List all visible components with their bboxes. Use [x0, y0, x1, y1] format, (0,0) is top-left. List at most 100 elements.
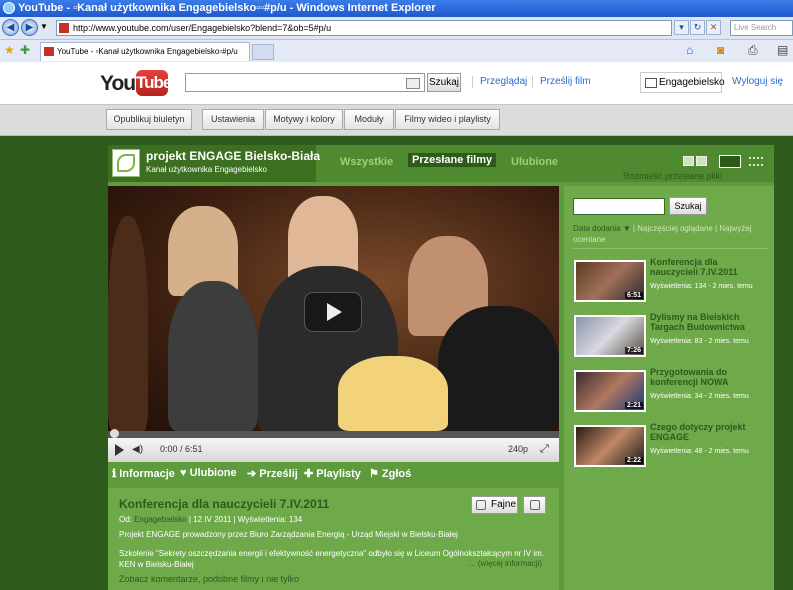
videos-playlists-button[interactable]: Filmy wideo i playlisty: [395, 109, 500, 130]
favorites-star-icon[interactable]: ★: [4, 43, 15, 57]
video-link[interactable]: Przygotowania do konferencji NOWA: [650, 367, 765, 387]
refresh-icon[interactable]: ↻: [690, 20, 705, 35]
play-overlay-button[interactable]: [304, 292, 362, 332]
youtube-search-button[interactable]: Szukaj: [427, 73, 461, 92]
window-title: YouTube - ▫Kanał użytkownika Engagebiels…: [18, 2, 436, 14]
channel-search-input[interactable]: [573, 198, 665, 215]
video-stats: Wyświetlenia: 48 - 2 mies. temu: [650, 448, 749, 455]
themes-colors-button[interactable]: Motywy i kolory: [265, 109, 343, 130]
video-thumbnail[interactable]: 6:51: [574, 260, 646, 302]
video-thumbnail[interactable]: 2:22: [574, 425, 646, 467]
rss-feed-icon[interactable]: ◙: [717, 43, 724, 57]
youtube-logo[interactable]: You Tube: [98, 68, 172, 98]
home-icon[interactable]: ⌂: [686, 43, 693, 57]
list-item[interactable]: 2:21 Przygotowania do konferencji NOWA W…: [574, 367, 769, 414]
uploads-sidebar: Szukaj Data dodania ▼ | Najczęściej oglą…: [564, 186, 774, 590]
video-link[interactable]: Czego dotyczy projekt ENGAGE: [650, 422, 765, 442]
progress-knob[interactable]: [110, 429, 119, 438]
separator: [472, 76, 473, 88]
new-tab-button[interactable]: [252, 44, 274, 60]
sort-most-viewed[interactable]: Najczęściej oglądane: [637, 224, 713, 233]
browse-link[interactable]: Przeglądaj: [480, 76, 527, 87]
tab-all[interactable]: Wszystkie: [340, 156, 393, 168]
settings-button[interactable]: Ustawienia: [202, 109, 264, 130]
thumbs-up-icon: [476, 500, 486, 510]
publish-bulletin-button[interactable]: Opublikuj biuletyn: [106, 109, 192, 130]
print-icon[interactable]: ⎙: [748, 43, 758, 58]
tab-favorites[interactable]: Ulubione: [511, 156, 558, 168]
duration-badge: 7:26: [624, 347, 643, 354]
video-person: [168, 281, 258, 431]
add-favorites-icon[interactable]: ✚: [20, 43, 30, 57]
browser-tab[interactable]: YouTube - ▫Kanał użytkownika Engagebiels…: [40, 42, 250, 61]
tab-share[interactable]: ➔ Prześlij: [247, 467, 298, 480]
url-field[interactable]: http://www.youtube.com/user/Engagebielsk…: [56, 20, 672, 36]
channel-avatar[interactable]: [112, 149, 140, 177]
video-link[interactable]: Konferencja dla nauczycieli 7.IV.2011: [650, 257, 765, 277]
player-view-icon[interactable]: [719, 155, 741, 168]
tab-uploads[interactable]: Przesłane filmy: [408, 153, 497, 167]
video-thumbnail[interactable]: 7:26: [574, 315, 646, 357]
youtube-search-input[interactable]: [185, 73, 425, 92]
video-stats: Wyświetlenia: 83 - 2 mies. temu: [650, 338, 749, 345]
username: Engagebielsko: [659, 77, 725, 88]
video-frame[interactable]: [108, 186, 559, 436]
list-item[interactable]: 6:51 Konferencja dla nauczycieli 7.IV.20…: [574, 257, 769, 304]
share-icon: ➔: [247, 468, 260, 480]
video-link[interactable]: Dylismy na Bielskich Targach Budownictwa: [650, 312, 765, 332]
volume-icon[interactable]: ◀): [132, 444, 144, 456]
sort-dropdown-icon[interactable]: ▼: [621, 224, 631, 233]
like-label: Fajne: [491, 499, 517, 510]
like-button[interactable]: Fajne: [471, 496, 518, 514]
keyboard-icon[interactable]: [406, 78, 420, 89]
address-dropdown-icon[interactable]: ▾: [674, 20, 689, 35]
meta-details: | 12 IV 2011 | Wyświetlenia: 134: [188, 515, 303, 524]
channel-search-button[interactable]: Szukaj: [669, 197, 707, 215]
player-tabs: ℹ Informacje ♥ Ulubione ➔ Prześlij ✚ Pla…: [108, 462, 559, 484]
user-menu[interactable]: Engagebielsko: [640, 72, 725, 93]
page-menu-icon[interactable]: ▤: [777, 43, 788, 57]
quality-selector[interactable]: 240p: [508, 444, 528, 454]
comments-link[interactable]: Zobacz komentarze, podobne filmy i nie t…: [119, 574, 299, 584]
channel-title[interactable]: projekt ENGAGE Bielsko-Biała: [146, 149, 320, 163]
video-stats: Wyświetlenia: 134 - 2 mies. temu: [650, 283, 753, 290]
live-search-input[interactable]: Live Search: [730, 20, 793, 36]
logout-link[interactable]: Wyloguj się: [732, 76, 783, 87]
video-player[interactable]: ◀) 0:00 / 6:51 240p ⤢: [108, 186, 559, 462]
inbox-icon: [645, 78, 657, 88]
history-dropdown-icon[interactable]: ▼: [40, 22, 48, 31]
tab-favorites-player[interactable]: ♥ Ulubione: [180, 467, 237, 479]
video-title: Konferencja dla nauczycieli 7.IV.2011: [119, 497, 330, 511]
video-thumbnail[interactable]: 2:21: [574, 370, 646, 412]
scroll-up-icon[interactable]: [683, 156, 694, 166]
channel-subtitle: Kanał użytkownika Engagebielsko: [146, 165, 267, 174]
tab-report[interactable]: ⚑ Zgłoś: [369, 467, 411, 480]
tab-playlists-label: Playlisty: [316, 468, 361, 480]
plus-icon: ✚: [304, 468, 317, 480]
list-item[interactable]: 2:22 Czego dotyczy projekt ENGAGE Wyświe…: [574, 422, 769, 469]
heart-icon: ♥: [180, 467, 190, 479]
dislike-button[interactable]: [523, 496, 546, 514]
list-item[interactable]: 7:26 Dylismy na Bielskich Targach Budown…: [574, 312, 769, 359]
back-icon[interactable]: ◀: [2, 19, 19, 36]
scroll-down-icon[interactable]: [696, 156, 707, 166]
modules-button[interactable]: Moduły: [344, 109, 394, 130]
more-info-link[interactable]: ... (więcej informacji): [469, 559, 542, 568]
tab-playlists[interactable]: ✚ Playlisty: [304, 467, 361, 480]
tab-share-label: Prześlij: [259, 468, 298, 480]
tab-report-label: Zgłoś: [381, 468, 412, 480]
progress-bar[interactable]: [108, 429, 559, 438]
play-icon[interactable]: [115, 444, 124, 456]
video-person: [108, 216, 148, 431]
grid-view-icon[interactable]: [749, 157, 763, 166]
forward-icon[interactable]: ▶: [21, 19, 38, 36]
stop-icon[interactable]: ✕: [706, 20, 721, 35]
uploader-link[interactable]: Engagebielsko: [134, 515, 186, 524]
upload-link[interactable]: Prześlij film: [540, 76, 591, 87]
sort-date-added[interactable]: Data dodania: [573, 224, 621, 233]
arrange-uploads-link[interactable]: Rozmieść przesłane pliki: [623, 171, 722, 181]
tab-info[interactable]: ℹ Informacje: [112, 467, 175, 480]
fullscreen-icon[interactable]: ⤢: [540, 442, 554, 456]
youtube-favicon-icon: [44, 47, 54, 56]
window-titlebar: YouTube - ▫Kanał użytkownika Engagebiels…: [0, 0, 793, 17]
